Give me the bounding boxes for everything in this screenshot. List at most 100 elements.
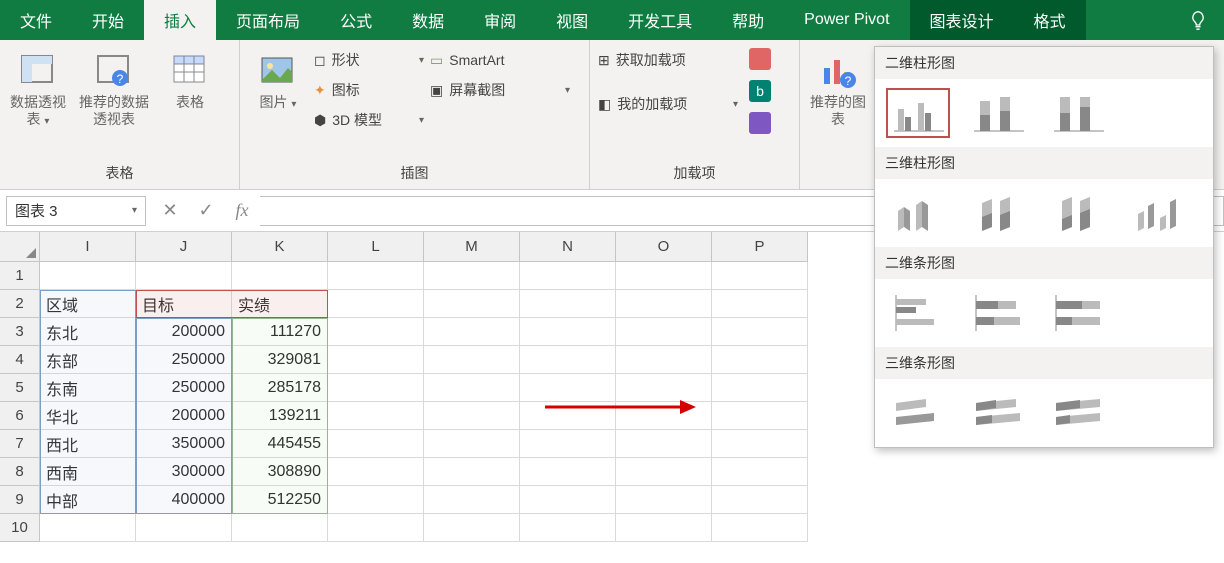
- clustered-bar-option[interactable]: [887, 289, 949, 337]
- cell[interactable]: [232, 514, 328, 542]
- cell[interactable]: [520, 346, 616, 374]
- cell[interactable]: [424, 402, 520, 430]
- row-header[interactable]: 5: [0, 374, 40, 402]
- cell[interactable]: [520, 458, 616, 486]
- cell[interactable]: [520, 402, 616, 430]
- cell[interactable]: [712, 430, 808, 458]
- cell[interactable]: [712, 290, 808, 318]
- cell[interactable]: [712, 262, 808, 290]
- col-header[interactable]: O: [616, 232, 712, 262]
- recommended-pivot-button[interactable]: ? 推荐的数据透视表: [74, 46, 154, 128]
- cell[interactable]: 250000: [136, 346, 232, 374]
- row-header[interactable]: 7: [0, 430, 40, 458]
- 3dmodels-button[interactable]: ⬢3D 模型▾: [314, 106, 424, 134]
- recommended-charts-button[interactable]: ? 推荐的图表: [808, 46, 868, 128]
- cell[interactable]: [520, 262, 616, 290]
- screenshot-button[interactable]: ▣屏幕截图▾: [430, 76, 570, 104]
- cell[interactable]: [616, 346, 712, 374]
- cell[interactable]: 139211: [232, 402, 328, 430]
- cell[interactable]: [328, 290, 424, 318]
- col-header[interactable]: L: [328, 232, 424, 262]
- row-header[interactable]: 10: [0, 514, 40, 542]
- tab-formulas[interactable]: 公式: [320, 0, 392, 40]
- col-header[interactable]: I: [40, 232, 136, 262]
- cell[interactable]: [520, 486, 616, 514]
- cancel-formula-button[interactable]: ✕: [152, 200, 188, 221]
- col-header[interactable]: P: [712, 232, 808, 262]
- row-header[interactable]: 1: [0, 262, 40, 290]
- cell[interactable]: [712, 458, 808, 486]
- cell[interactable]: 实绩: [232, 290, 328, 318]
- enter-formula-button[interactable]: ✓: [188, 200, 224, 221]
- cell[interactable]: [328, 486, 424, 514]
- row-header[interactable]: 4: [0, 346, 40, 374]
- cell[interactable]: [424, 346, 520, 374]
- cell[interactable]: [520, 290, 616, 318]
- stacked100-column-option[interactable]: [1047, 89, 1109, 137]
- stacked-3d-bar-option[interactable]: [967, 389, 1029, 437]
- cell[interactable]: [424, 486, 520, 514]
- cell[interactable]: [232, 262, 328, 290]
- cell[interactable]: 308890: [232, 458, 328, 486]
- cell[interactable]: [424, 262, 520, 290]
- tab-review[interactable]: 审阅: [464, 0, 536, 40]
- cell[interactable]: [616, 486, 712, 514]
- cell[interactable]: 300000: [136, 458, 232, 486]
- cell[interactable]: [328, 458, 424, 486]
- cell[interactable]: 目标: [136, 290, 232, 318]
- clustered-3d-bar-option[interactable]: [887, 389, 949, 437]
- col-header[interactable]: M: [424, 232, 520, 262]
- cell[interactable]: 华北: [40, 402, 136, 430]
- my-addins-button[interactable]: ◧我的加载项▾: [598, 90, 738, 118]
- cell[interactable]: [616, 262, 712, 290]
- cell[interactable]: 中部: [40, 486, 136, 514]
- cell[interactable]: 400000: [136, 486, 232, 514]
- cell[interactable]: [328, 402, 424, 430]
- clustered-3d-column-option[interactable]: [887, 189, 949, 237]
- shapes-button[interactable]: ◻形状▾: [314, 46, 424, 74]
- cell[interactable]: [424, 430, 520, 458]
- cell[interactable]: [424, 374, 520, 402]
- tab-developer[interactable]: 开发工具: [608, 0, 712, 40]
- cell[interactable]: [616, 318, 712, 346]
- cell[interactable]: 西北: [40, 430, 136, 458]
- col-header[interactable]: N: [520, 232, 616, 262]
- row-header[interactable]: 2: [0, 290, 40, 318]
- cell[interactable]: [616, 374, 712, 402]
- tab-home[interactable]: 开始: [72, 0, 144, 40]
- pivottable-button[interactable]: 数据透视表 ▾: [8, 46, 68, 128]
- clustered-column-option[interactable]: [887, 89, 949, 137]
- cell[interactable]: 512250: [232, 486, 328, 514]
- people-graph-icon[interactable]: [744, 110, 776, 136]
- cell[interactable]: [424, 318, 520, 346]
- select-all-corner[interactable]: [0, 232, 40, 262]
- cell[interactable]: 200000: [136, 318, 232, 346]
- cell[interactable]: [520, 374, 616, 402]
- cell[interactable]: 区域: [40, 290, 136, 318]
- cell[interactable]: [328, 262, 424, 290]
- cell[interactable]: [136, 514, 232, 542]
- cell[interactable]: [712, 318, 808, 346]
- tab-insert[interactable]: 插入: [144, 0, 216, 40]
- cell[interactable]: [136, 262, 232, 290]
- tab-format[interactable]: 格式: [1014, 0, 1086, 40]
- tab-help[interactable]: 帮助: [712, 0, 784, 40]
- cell[interactable]: 西南: [40, 458, 136, 486]
- cell[interactable]: 445455: [232, 430, 328, 458]
- stacked100-3d-bar-option[interactable]: [1047, 389, 1109, 437]
- row-header[interactable]: 8: [0, 458, 40, 486]
- cell[interactable]: [424, 290, 520, 318]
- 3d-column-option[interactable]: [1127, 189, 1189, 237]
- col-header[interactable]: J: [136, 232, 232, 262]
- bing-icon[interactable]: b: [744, 78, 776, 104]
- cell[interactable]: [616, 430, 712, 458]
- col-header[interactable]: K: [232, 232, 328, 262]
- stacked-3d-column-option[interactable]: [967, 189, 1029, 237]
- cell[interactable]: [328, 318, 424, 346]
- cell[interactable]: [616, 402, 712, 430]
- cell[interactable]: [424, 458, 520, 486]
- cell[interactable]: 东部: [40, 346, 136, 374]
- cell[interactable]: 250000: [136, 374, 232, 402]
- tab-view[interactable]: 视图: [536, 0, 608, 40]
- cell[interactable]: 285178: [232, 374, 328, 402]
